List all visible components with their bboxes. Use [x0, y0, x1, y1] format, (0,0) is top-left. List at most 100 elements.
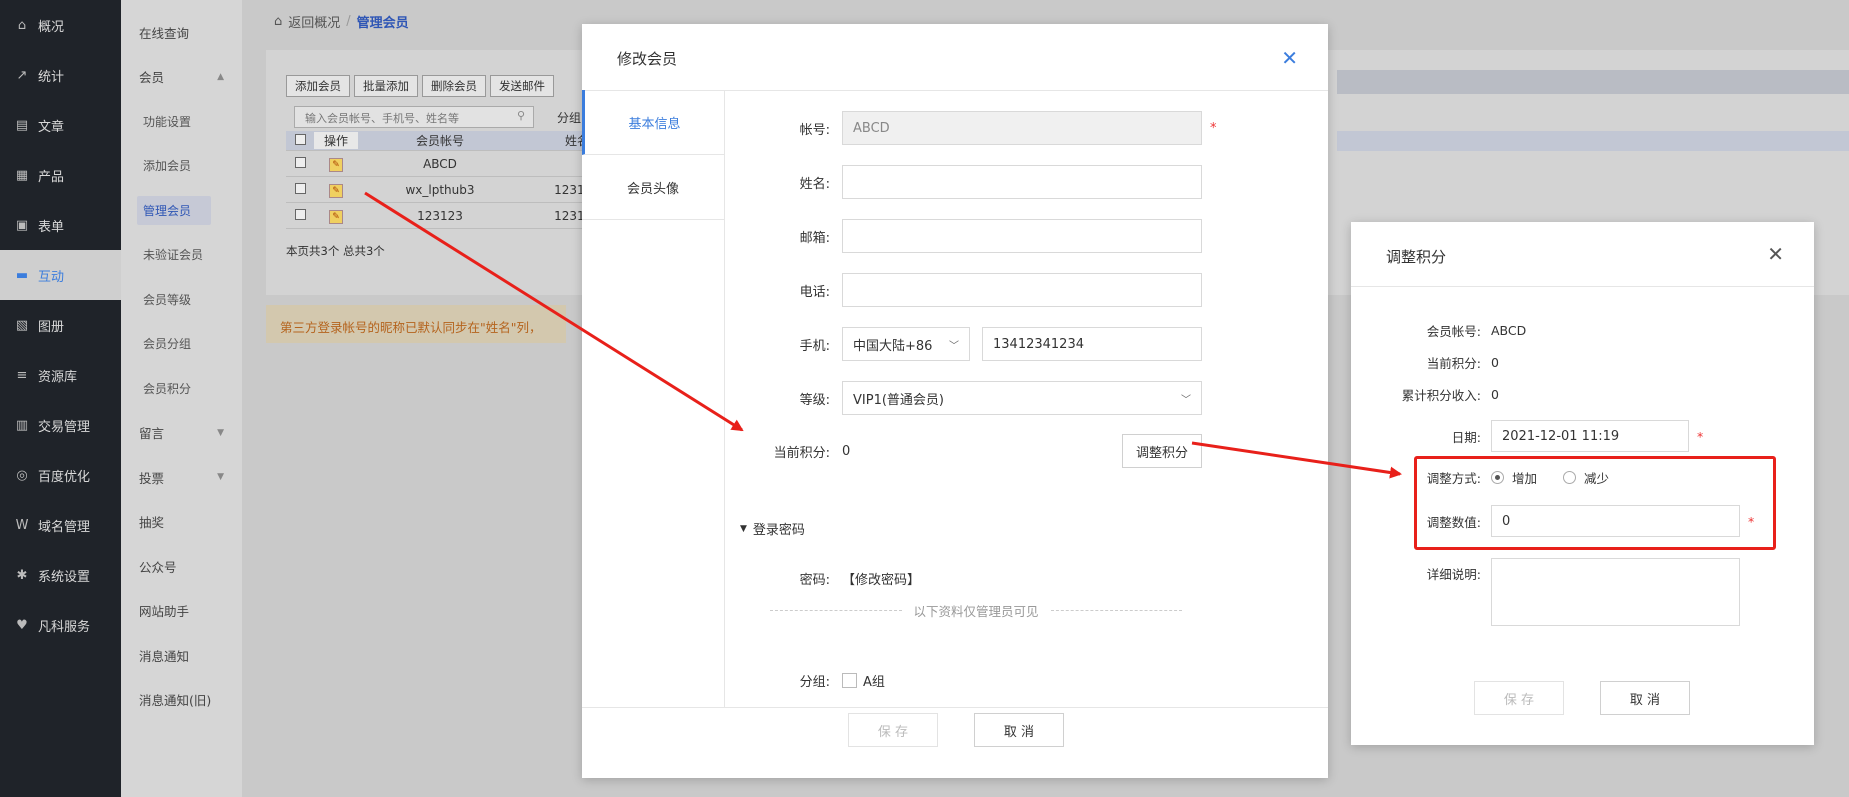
search-icon[interactable]: ⚲ [517, 109, 525, 122]
detail-textarea[interactable] [1491, 558, 1740, 626]
region-select[interactable]: 中国大陆+86 ﹀ [842, 327, 970, 361]
required-mark: * [1210, 120, 1217, 136]
sub-item-label: 网站助手 [139, 604, 190, 620]
nav-item-4[interactable]: ▣ 表单 [0, 200, 121, 250]
nav-item-5[interactable]: ▬ 互动 [0, 250, 121, 300]
close-icon[interactable]: ✕ [1767, 242, 1784, 266]
delete-member-button[interactable]: 删除会员 [422, 75, 486, 97]
member-search-input[interactable]: 输入会员帐号、手机号、姓名等 ⚲ [294, 106, 534, 128]
sub-item-label: 消息通知 [139, 648, 190, 664]
sub-item-1[interactable]: 会员 ▲ [121, 55, 242, 100]
form-icon: ▣ [15, 217, 29, 233]
save-button[interactable]: 保 存 [848, 713, 938, 747]
sub-item-11[interactable]: 抽奖 [121, 500, 242, 545]
sub-item-3[interactable]: 添加会员 [121, 144, 242, 189]
sub-item-7[interactable]: 会员分组 [121, 322, 242, 367]
nav-item-9[interactable]: ◎ 百度优化 [0, 450, 121, 500]
group-row: 分组: A组 [754, 671, 885, 690]
sub-item-0[interactable]: 在线查询 [121, 10, 242, 55]
tab-basic-info[interactable]: 基本信息 [582, 90, 724, 155]
group-checkbox[interactable] [842, 673, 857, 688]
sub-item-label: 留言 [139, 426, 165, 442]
nav-item-label: 资源库 [38, 369, 78, 385]
divider [582, 707, 1328, 708]
select-all-checkbox[interactable] [294, 133, 306, 145]
total-points-label: 累计积分收入: [1401, 388, 1481, 403]
change-password-link[interactable]: 【修改密码】 [842, 569, 920, 588]
sub-item-4[interactable]: 管理会员 [121, 188, 242, 233]
level-label: 等级: [799, 392, 830, 408]
email-field[interactable] [842, 219, 1202, 253]
sub-item-8[interactable]: 会员积分 [121, 366, 242, 411]
nav-item-0[interactable]: ⌂ 概况 [0, 0, 121, 50]
nav-item-10[interactable]: W 域名管理 [0, 500, 121, 550]
chevron-up-icon: ▲ [217, 71, 224, 82]
seo-icon: ◎ [16, 467, 28, 483]
nav-item-label: 产品 [38, 169, 65, 185]
nav-item-2[interactable]: ▤ 文章 [0, 100, 121, 150]
batch-add-button[interactable]: 批量添加 [354, 75, 418, 97]
date-field[interactable]: 2021-12-01 11:19 [1491, 420, 1689, 452]
add-member-button[interactable]: 添加会员 [286, 75, 350, 97]
edit-icon[interactable]: ✎ [329, 157, 343, 172]
date-label: 日期: [1451, 429, 1481, 445]
sub-item-5[interactable]: 未验证会员 [121, 233, 242, 278]
sub-item-14[interactable]: 消息通知 [121, 633, 242, 678]
save-button[interactable]: 保 存 [1474, 681, 1564, 715]
date-row: 日期: 2021-12-01 11:19 * [1351, 420, 1703, 452]
sub-item-2[interactable]: 功能设置 [121, 99, 242, 144]
sub-item-6[interactable]: 会员等级 [121, 277, 242, 322]
row-checkbox[interactable] [294, 156, 306, 168]
nav-item-6[interactable]: ▧ 图册 [0, 300, 121, 350]
total-points-value: 0 [1491, 387, 1499, 402]
nav-item-12[interactable]: ♥ 凡科服务 [0, 600, 121, 650]
sub-item-label: 未验证会员 [143, 248, 204, 263]
nav-item-1[interactable]: ↗ 统计 [0, 50, 121, 100]
cell-account: ABCD [423, 156, 457, 171]
sub-item-15[interactable]: 消息通知(旧) [121, 678, 242, 723]
cancel-button[interactable]: 取 消 [1600, 681, 1690, 715]
home-icon[interactable]: ⌂ [274, 14, 282, 29]
nav-item-3[interactable]: ▦ 产品 [0, 150, 121, 200]
nav-item-7[interactable]: ≡ 资源库 [0, 350, 121, 400]
sub-item-10[interactable]: 投票 ▼ [121, 455, 242, 500]
nav-item-label: 百度优化 [38, 469, 91, 485]
group-filter-label: 分组 [557, 111, 582, 125]
close-icon[interactable]: ✕ [1281, 46, 1298, 70]
row-checkbox[interactable] [294, 182, 306, 194]
row-checkbox[interactable] [294, 208, 306, 220]
nav-item-11[interactable]: ✱ 系统设置 [0, 550, 121, 600]
edit-icon[interactable]: ✎ [329, 183, 343, 198]
phone-field[interactable] [842, 273, 1202, 307]
level-select[interactable]: VIP1(普通会员) ﹀ [842, 381, 1202, 415]
name-field[interactable] [842, 165, 1202, 199]
password-section[interactable]: ▼ 登录密码 [740, 519, 805, 538]
cancel-button[interactable]: 取 消 [974, 713, 1064, 747]
mobile-row: 手机: 中国大陆+86 ﹀ 13412341234 [754, 327, 1202, 361]
trade-icon: ▥ [15, 417, 29, 433]
sub-item-label: 公众号 [139, 559, 177, 575]
sub-item-13[interactable]: 网站助手 [121, 589, 242, 634]
sub-item-9[interactable]: 留言 ▼ [121, 411, 242, 456]
col-account[interactable]: 会员帐号 [358, 132, 522, 149]
send-email-button[interactable]: 发送邮件 [490, 75, 554, 97]
current-points-row: 当前积分: 0 [1351, 353, 1499, 372]
nav-item-label: 表单 [38, 219, 65, 235]
edit-icon[interactable]: ✎ [329, 209, 343, 224]
mobile-field[interactable]: 13412341234 [982, 327, 1202, 361]
interact-icon: ▬ [15, 267, 29, 283]
breadcrumb-back[interactable]: 返回概况 [288, 12, 340, 31]
tab-avatar[interactable]: 会员头像 [582, 155, 724, 220]
nav-item-8[interactable]: ▥ 交易管理 [0, 400, 121, 450]
sub-item-label: 投票 [139, 470, 165, 486]
adjust-points-button[interactable]: 调整积分 [1122, 434, 1202, 468]
admin-only-text: 以下资料仅管理员可见 [913, 604, 1039, 619]
sub-item-12[interactable]: 公众号 [121, 544, 242, 589]
breadcrumb-current: 管理会员 [356, 16, 409, 31]
mobile-label: 手机: [799, 338, 830, 354]
sync-notice: 第三方登录帐号的昵称已默认同步在"姓名"列， [266, 305, 566, 343]
nav-item-label: 互动 [38, 269, 65, 285]
nav-item-label: 系统设置 [38, 569, 91, 585]
service-icon: ♥ [16, 617, 28, 633]
account-label: 帐号: [799, 122, 830, 138]
